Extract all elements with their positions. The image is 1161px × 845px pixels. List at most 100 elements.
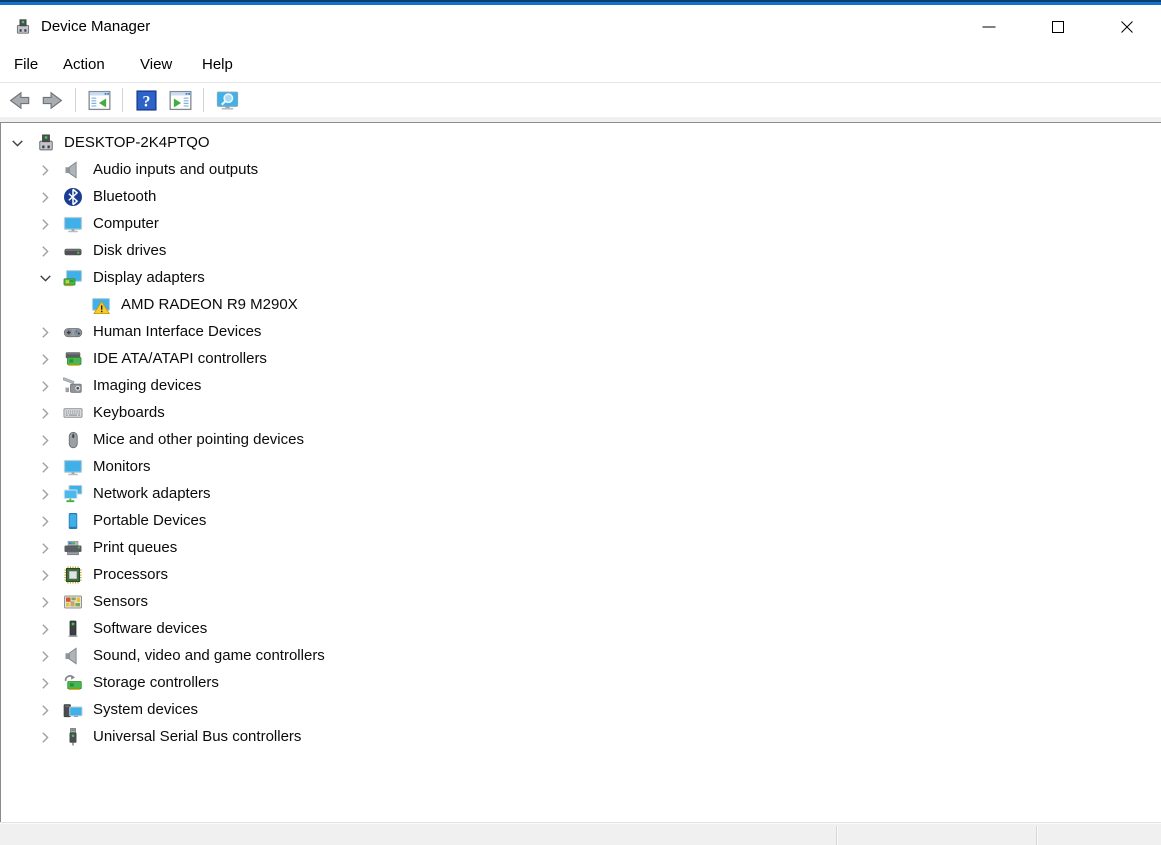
tree-item-label: Portable Devices xyxy=(93,512,207,529)
show-action-pane-button[interactable] xyxy=(166,86,194,114)
device-manager-icon xyxy=(36,133,56,153)
menu-file[interactable]: File xyxy=(10,54,42,75)
tree-item-storage-controllers[interactable]: Storage controllers xyxy=(1,670,1161,697)
tree-item-network-adapters[interactable]: Network adapters xyxy=(1,481,1161,508)
tree-item-software-devices[interactable]: Software devices xyxy=(1,616,1161,643)
audio-icon xyxy=(63,160,83,180)
chevron-right-icon[interactable] xyxy=(37,405,54,422)
software-icon xyxy=(63,619,83,639)
tree-item-print-queues[interactable]: Print queues xyxy=(1,535,1161,562)
tree-item-imaging-devices[interactable]: Imaging devices xyxy=(1,373,1161,400)
storage-icon xyxy=(63,673,83,693)
tree-item-label: Processors xyxy=(93,566,169,583)
chevron-right-icon[interactable] xyxy=(37,594,54,611)
tree-item-keyboards[interactable]: Keyboards xyxy=(1,400,1161,427)
chevron-right-icon[interactable] xyxy=(37,648,54,665)
toolbar: ? xyxy=(0,82,1161,117)
display-warning-icon xyxy=(91,295,111,315)
device-manager-window: Device Manager File Action View Help ? DESK… xyxy=(0,0,1161,845)
forward-button[interactable] xyxy=(38,86,66,114)
tree-item-computer[interactable]: Computer xyxy=(1,211,1161,238)
chevron-right-icon[interactable] xyxy=(37,459,54,476)
tree-item-label: Sensors xyxy=(93,593,149,610)
chevron-right-icon[interactable] xyxy=(37,702,54,719)
chevron-right-icon[interactable] xyxy=(37,162,54,179)
keyboard-icon xyxy=(63,403,83,423)
display-adapter-icon xyxy=(63,268,83,288)
help-button[interactable]: ? xyxy=(132,86,160,114)
chevron-right-icon[interactable] xyxy=(37,675,54,692)
menu-action[interactable]: Action xyxy=(59,54,109,75)
chevron-down-icon[interactable] xyxy=(37,270,54,287)
statusbar-separator xyxy=(1036,826,1038,845)
network-icon xyxy=(63,484,83,504)
chevron-right-icon[interactable] xyxy=(37,189,54,206)
tree-item-monitors[interactable]: Monitors xyxy=(1,454,1161,481)
tree-item-label: Audio inputs and outputs xyxy=(93,161,259,178)
tree-item-audio-inputs-and-outputs[interactable]: Audio inputs and outputs xyxy=(1,157,1161,184)
chevron-right-icon[interactable] xyxy=(37,324,54,341)
tree-item-human-interface-devices[interactable]: Human Interface Devices xyxy=(1,319,1161,346)
toolbar-separator xyxy=(122,88,123,112)
menu-help[interactable]: Help xyxy=(198,54,237,75)
device-tree: DESKTOP-2K4PTQO Audio inputs and outputs B… xyxy=(0,122,1161,822)
tree-item-label: Print queues xyxy=(93,539,178,556)
tree-item-desktop-2k4ptqo[interactable]: DESKTOP-2K4PTQO xyxy=(1,130,1161,157)
tree-item-mice-and-other-pointing-devices[interactable]: Mice and other pointing devices xyxy=(1,427,1161,454)
tree-item-label: AMD RADEON R9 M290X xyxy=(121,296,298,313)
chevron-right-icon[interactable] xyxy=(37,513,54,530)
disk-icon xyxy=(63,241,83,261)
tree-item-label: Computer xyxy=(93,215,159,232)
scan-hardware-icon xyxy=(216,89,239,112)
mouse-icon xyxy=(63,430,83,450)
tree-item-sound-video-and-game-controllers[interactable]: Sound, video and game controllers xyxy=(1,643,1161,670)
chevron-right-icon[interactable] xyxy=(37,729,54,746)
tree-item-label: Mice and other pointing devices xyxy=(93,431,304,448)
tree-item-label: Human Interface Devices xyxy=(93,323,262,340)
tree-item-label: DESKTOP-2K4PTQO xyxy=(64,134,210,151)
menu-view[interactable]: View xyxy=(136,54,176,75)
tree-item-system-devices[interactable]: System devices xyxy=(1,697,1161,724)
tree-item-disk-drives[interactable]: Disk drives xyxy=(1,238,1161,265)
tree-item-amd-radeon-r9-m290x[interactable]: AMD RADEON R9 M290X xyxy=(1,292,1161,319)
tree-item-universal-serial-bus-controllers[interactable]: Universal Serial Bus controllers xyxy=(1,724,1161,751)
window-title: Device Manager xyxy=(41,18,151,35)
hid-icon xyxy=(63,322,83,342)
show-console-tree-button[interactable] xyxy=(85,86,113,114)
chevron-right-icon[interactable] xyxy=(37,243,54,260)
maximize-icon xyxy=(1050,19,1066,35)
scan-for-hardware-changes-button[interactable] xyxy=(213,86,241,114)
toolbar-separator xyxy=(75,88,76,112)
tree-item-processors[interactable]: Processors xyxy=(1,562,1161,589)
back-button[interactable] xyxy=(5,86,33,114)
menubar: File Action View Help xyxy=(0,48,1161,82)
maximize-button[interactable] xyxy=(1023,5,1092,48)
chevron-right-icon[interactable] xyxy=(37,567,54,584)
chevron-right-icon[interactable] xyxy=(37,621,54,638)
minimize-button[interactable] xyxy=(954,5,1023,48)
tree-item-bluetooth[interactable]: Bluetooth xyxy=(1,184,1161,211)
tree-item-portable-devices[interactable]: Portable Devices xyxy=(1,508,1161,535)
minimize-icon xyxy=(981,19,997,35)
tree-item-label: Network adapters xyxy=(93,485,211,502)
chevron-right-icon[interactable] xyxy=(37,540,54,557)
console-tree-icon xyxy=(88,89,111,112)
close-button[interactable] xyxy=(1092,5,1161,48)
chevron-right-icon[interactable] xyxy=(37,486,54,503)
printer-icon xyxy=(63,538,83,558)
tree-item-label: Bluetooth xyxy=(93,188,157,205)
chevron-down-icon[interactable] xyxy=(9,135,26,152)
chevron-right-icon[interactable] xyxy=(37,378,54,395)
tree-item-display-adapters[interactable]: Display adapters xyxy=(1,265,1161,292)
chevron-right-icon[interactable] xyxy=(37,351,54,368)
help-icon: ? xyxy=(135,89,158,112)
tree-item-label: Monitors xyxy=(93,458,151,475)
action-pane-icon xyxy=(169,89,192,112)
tree-item-label: Imaging devices xyxy=(93,377,202,394)
tree-item-ide-ata-atapi-controllers[interactable]: IDE ATA/ATAPI controllers xyxy=(1,346,1161,373)
tree-item-sensors[interactable]: Sensors xyxy=(1,589,1161,616)
tree-item-label: Sound, video and game controllers xyxy=(93,647,325,664)
chevron-right-icon[interactable] xyxy=(37,432,54,449)
sound-icon xyxy=(63,646,83,666)
chevron-right-icon[interactable] xyxy=(37,216,54,233)
